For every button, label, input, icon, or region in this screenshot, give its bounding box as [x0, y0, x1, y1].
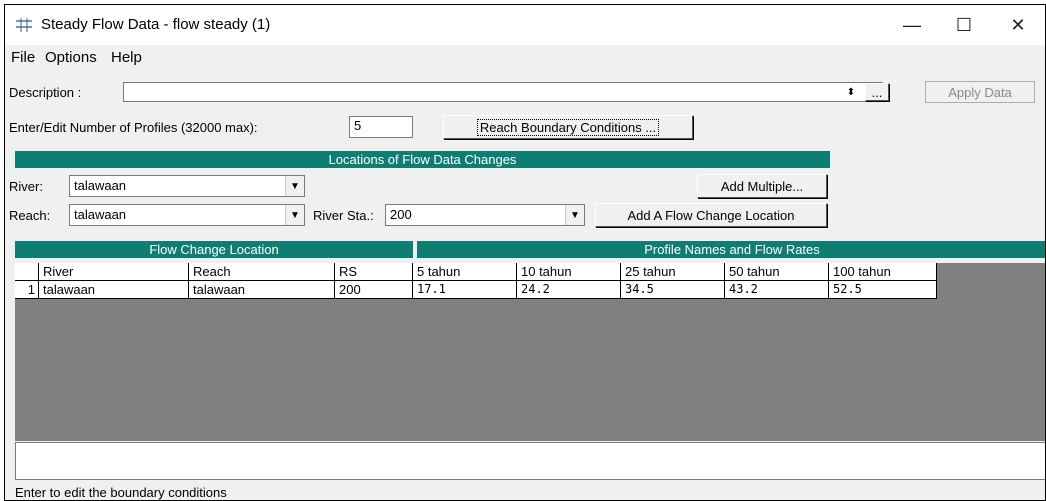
column-header-profile-4: 50 tahun	[725, 263, 829, 281]
message-box	[15, 442, 1045, 480]
column-header-profile-5: 100 tahun	[829, 263, 937, 281]
table-cell-rs[interactable]: 200	[335, 281, 413, 299]
river-station-label: River Sta.:	[313, 208, 374, 223]
column-header-profile-3: 25 tahun	[621, 263, 725, 281]
status-bar: Enter to edit the boundary conditions	[15, 485, 227, 500]
table-cell-flow-5[interactable]: 17.1	[413, 281, 517, 299]
minimize-icon: —	[903, 14, 921, 35]
close-icon: ✕	[1010, 14, 1026, 35]
reach-bc-label: Reach Boundary Conditions ...	[476, 118, 660, 136]
flow-data-table: River Reach RS 5 tahun 10 tahun 25 tahun…	[15, 263, 1045, 441]
row-number: 1	[15, 281, 39, 299]
river-label: River:	[9, 179, 43, 194]
profile-names-header: Profile Names and Flow Rates	[417, 241, 1045, 258]
river-station-value: 200	[390, 207, 412, 222]
steady-flow-window: Steady Flow Data - flow steady (1) — ☐ ✕…	[4, 4, 1046, 501]
profiles-label: Enter/Edit Number of Profiles (32000 max…	[9, 120, 258, 135]
river-dropdown[interactable]: talawaan ▼	[69, 175, 305, 197]
flow-data-icon	[16, 18, 32, 32]
column-header-rs: RS	[335, 263, 413, 281]
table-cell-river[interactable]: talawaan	[39, 281, 189, 299]
close-button[interactable]: ✕	[995, 5, 1041, 45]
table-cell-reach[interactable]: talawaan	[189, 281, 335, 299]
minimize-button[interactable]: —	[889, 5, 935, 45]
table-corner	[15, 263, 39, 281]
column-header-profile-2: 10 tahun	[517, 263, 621, 281]
reach-boundary-conditions-button[interactable]: Reach Boundary Conditions ...	[443, 115, 693, 139]
locations-header: Locations of Flow Data Changes	[15, 151, 830, 168]
flow-change-location-header: Flow Change Location	[15, 241, 413, 258]
column-header-river: River	[39, 263, 189, 281]
menu-help[interactable]: Help	[111, 49, 142, 66]
apply-data-button[interactable]: Apply Data	[925, 81, 1035, 103]
window-title: Steady Flow Data - flow steady (1)	[41, 16, 271, 33]
chevron-down-icon: ▼	[285, 176, 304, 196]
column-header-profile-1: 5 tahun	[413, 263, 517, 281]
table-cell-flow-25[interactable]: 34.5	[621, 281, 725, 299]
reach-value: talawaan	[74, 207, 127, 222]
scroll-spinner-icon[interactable]: ⬍	[841, 83, 861, 101]
maximize-icon: ☐	[955, 14, 973, 35]
description-ellipsis-button[interactable]: ...	[865, 83, 889, 101]
menu-bar: File Options Help	[5, 49, 1045, 69]
chevron-down-icon: ▼	[565, 205, 584, 225]
description-input[interactable]	[123, 82, 883, 102]
river-value: talawaan	[74, 178, 127, 193]
profiles-count-input[interactable]: 5	[349, 116, 413, 138]
chevron-down-icon: ▼	[285, 205, 304, 225]
river-station-dropdown[interactable]: 200 ▼	[385, 204, 585, 226]
reach-label: Reach:	[9, 208, 51, 223]
menu-options[interactable]: Options	[45, 49, 97, 66]
table-cell-flow-100[interactable]: 52.5	[829, 281, 937, 299]
add-flow-change-location-button[interactable]: Add A Flow Change Location	[595, 203, 827, 227]
menu-file[interactable]: File	[11, 49, 35, 66]
reach-dropdown[interactable]: talawaan ▼	[69, 204, 305, 226]
maximize-button[interactable]: ☐	[941, 5, 987, 45]
title-bar: Steady Flow Data - flow steady (1) — ☐ ✕	[5, 5, 1045, 45]
add-multiple-button[interactable]: Add Multiple...	[697, 174, 827, 198]
description-label: Description :	[9, 85, 82, 100]
table-cell-flow-10[interactable]: 24.2	[517, 281, 621, 299]
column-header-reach: Reach	[189, 263, 335, 281]
table-cell-flow-50[interactable]: 43.2	[725, 281, 829, 299]
